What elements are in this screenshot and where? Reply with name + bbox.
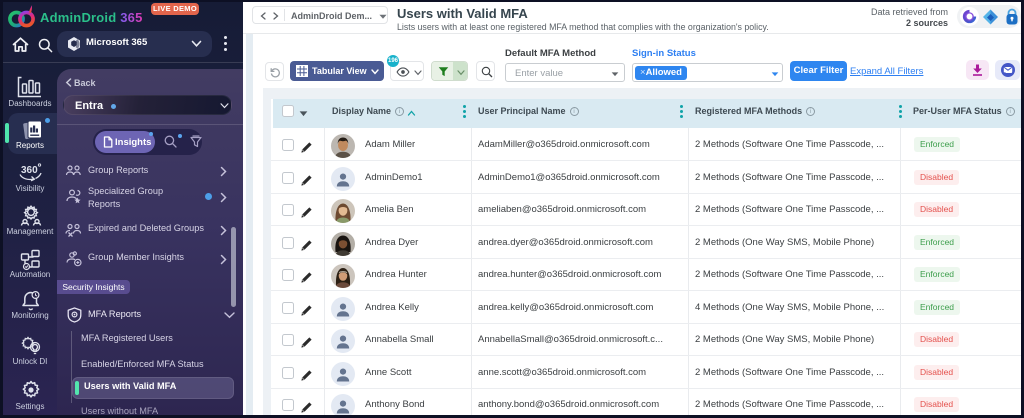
- svg-text:360: 360: [21, 165, 38, 176]
